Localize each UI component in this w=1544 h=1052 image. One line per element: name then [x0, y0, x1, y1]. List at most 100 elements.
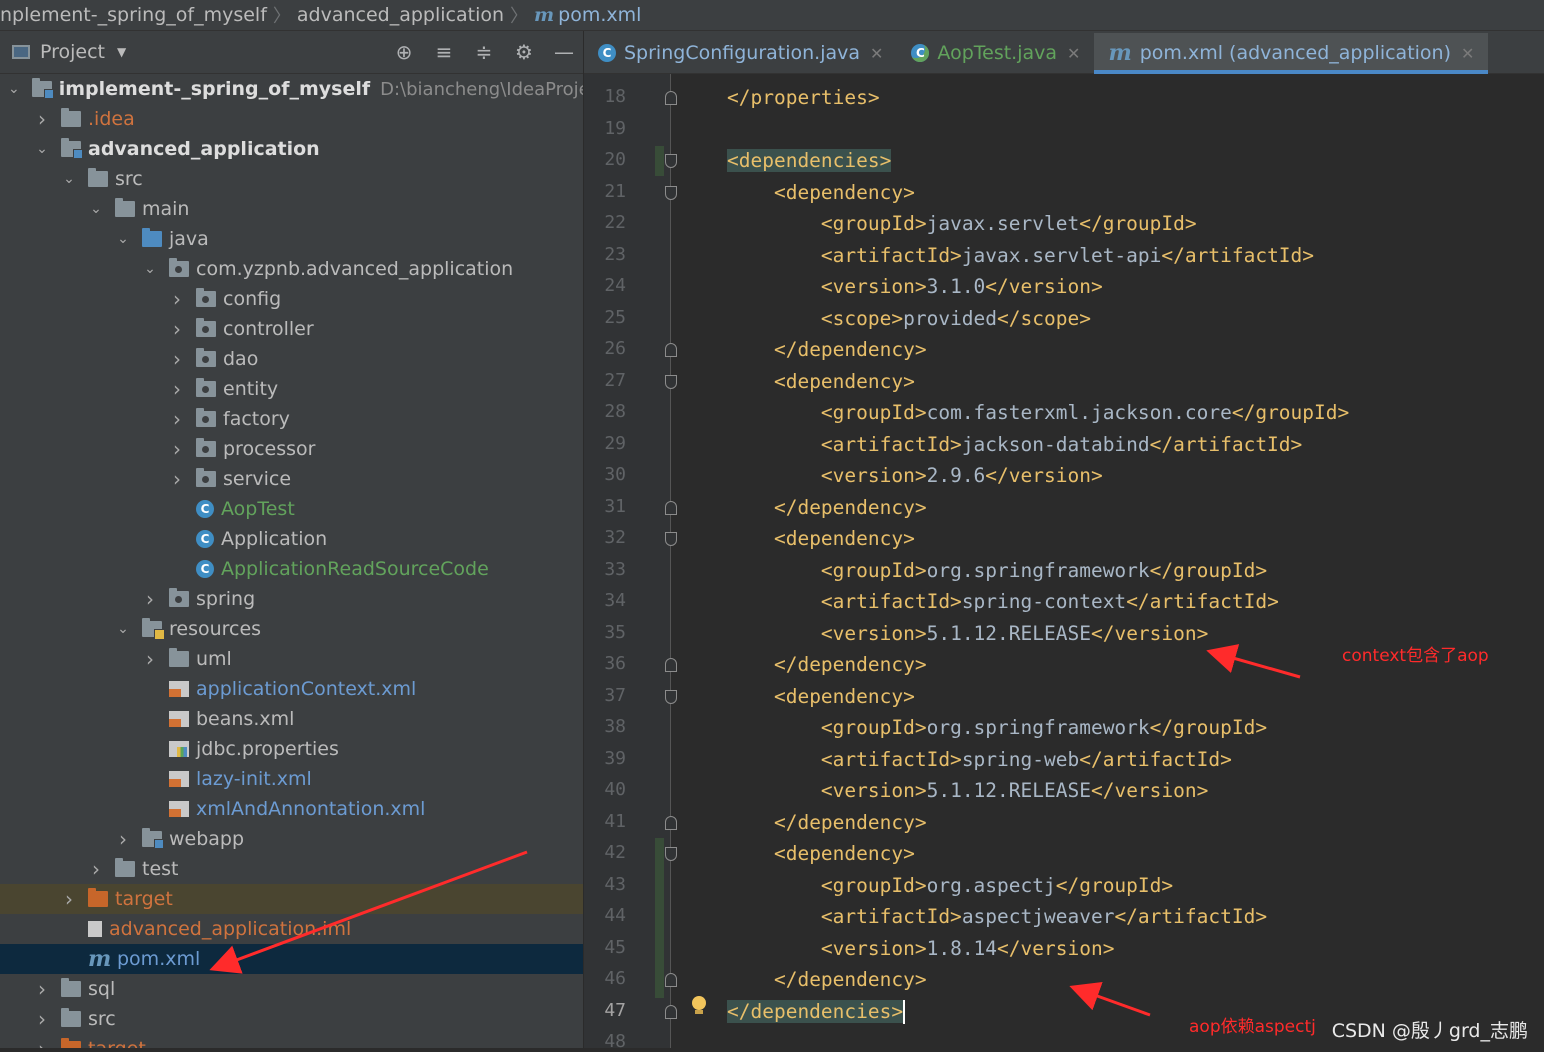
tree-item[interactable]: ›CApplicationReadSourceCode: [0, 554, 583, 584]
chevron-down-icon[interactable]: ▼: [117, 45, 126, 59]
chevron-right-icon[interactable]: ›: [35, 1007, 49, 1031]
tree-item[interactable]: ›CApplication: [0, 524, 583, 554]
code-line[interactable]: <groupId>com.fasterxml.jackson.core</gro…: [727, 397, 1349, 429]
lightbulb-icon[interactable]: [692, 996, 706, 1014]
vcs-change-marker[interactable]: [655, 146, 664, 176]
tree-item[interactable]: › .idea: [0, 104, 583, 134]
fold-icon[interactable]: [665, 154, 677, 168]
tree-item[interactable]: ›advanced_application.iml: [0, 914, 583, 944]
gear-icon[interactable]: ⚙: [513, 40, 535, 64]
tree-item[interactable]: › spring: [0, 584, 583, 614]
tree-item[interactable]: › src: [0, 1004, 583, 1034]
tree-item[interactable]: › webapp: [0, 824, 583, 854]
chevron-right-icon[interactable]: ›: [170, 287, 184, 311]
breadcrumb-root[interactable]: nplement-_spring_of_myself: [0, 4, 267, 26]
code-line[interactable]: </dependency>: [727, 492, 927, 524]
fold-icon[interactable]: [665, 847, 677, 861]
fold-icon[interactable]: [665, 815, 677, 830]
tree-item[interactable]: › target: [0, 1034, 583, 1048]
code-line[interactable]: <dependency>: [727, 366, 915, 398]
tree-item[interactable]: ⌄ main: [0, 194, 583, 224]
code-line[interactable]: <groupId>org.springframework</groupId>: [727, 712, 1267, 744]
vcs-change-marker[interactable]: [655, 838, 664, 998]
fold-icon[interactable]: [665, 973, 677, 987]
tree-item[interactable]: › sql: [0, 974, 583, 1004]
chevron-down-icon[interactable]: ⌄: [116, 231, 130, 247]
chevron-right-icon[interactable]: ›: [62, 887, 76, 911]
tree-item[interactable]: ›xmlAndAnnontation.xml: [0, 794, 583, 824]
code-line[interactable]: <dependency>: [727, 523, 915, 555]
tab-aoptest[interactable]: C AopTest.java ✕: [897, 33, 1094, 73]
tree-item[interactable]: › entity: [0, 374, 583, 404]
tree-item[interactable]: ›beans.xml: [0, 704, 583, 734]
tree-item[interactable]: › target: [0, 884, 583, 914]
code-line[interactable]: <dependency>: [727, 681, 915, 713]
code-line[interactable]: </dependencies>: [727, 996, 906, 1028]
fold-icon[interactable]: [665, 500, 677, 515]
code-line[interactable]: </dependency>: [727, 964, 927, 996]
fold-icon[interactable]: [665, 91, 677, 105]
tree-item[interactable]: ⌄ java: [0, 224, 583, 254]
chevron-down-icon[interactable]: ⌄: [89, 201, 103, 217]
code-line[interactable]: <dependency>: [727, 838, 915, 870]
fold-icon[interactable]: [665, 532, 677, 546]
collapse-all-icon[interactable]: ≑: [473, 40, 495, 64]
project-view-selector[interactable]: Project: [40, 41, 105, 63]
code-line[interactable]: <version>5.1.12.RELEASE</version>: [727, 618, 1208, 650]
tree-item[interactable]: › dao: [0, 344, 583, 374]
chevron-right-icon[interactable]: ›: [116, 827, 130, 851]
code-line[interactable]: </dependency>: [727, 334, 927, 366]
code-line[interactable]: <groupId>javax.servlet</groupId>: [727, 208, 1197, 240]
chevron-down-icon[interactable]: ⌄: [62, 171, 76, 187]
tree-item[interactable]: ⌄ implement-_spring_of_myself D:\biancheng…: [0, 74, 583, 104]
tree-item[interactable]: › service: [0, 464, 583, 494]
tree-item[interactable]: › factory: [0, 404, 583, 434]
fold-icon[interactable]: [665, 658, 677, 672]
tree-item[interactable]: ⌄ com.yzpnb.advanced_application: [0, 254, 583, 284]
tab-pom-xml[interactable]: m pom.xml (advanced_application) ✕: [1094, 33, 1489, 74]
tree-item[interactable]: ›jdbc.properties: [0, 734, 583, 764]
code-line[interactable]: <artifactId>jackson-databind</artifactId…: [727, 429, 1302, 461]
tree-item[interactable]: ›mpom.xml: [0, 944, 583, 974]
code-line[interactable]: <artifactId>spring-context</artifactId>: [727, 586, 1279, 618]
code-line[interactable]: <version>3.1.0</version>: [727, 271, 1103, 303]
breadcrumb-file[interactable]: pom.xml: [558, 4, 641, 26]
tab-springconfiguration[interactable]: C SpringConfiguration.java ✕: [584, 33, 897, 73]
code-line[interactable]: <dependencies>: [727, 145, 892, 177]
chevron-right-icon[interactable]: ›: [170, 317, 184, 341]
chevron-right-icon[interactable]: ›: [170, 437, 184, 461]
chevron-right-icon[interactable]: ›: [170, 467, 184, 491]
chevron-right-icon[interactable]: ›: [35, 977, 49, 1001]
fold-icon[interactable]: [665, 374, 677, 389]
code-line[interactable]: <groupId>org.springframework</groupId>: [727, 555, 1267, 587]
code-line[interactable]: <scope>provided</scope>: [727, 303, 1091, 335]
tree-item[interactable]: › config: [0, 284, 583, 314]
code-line[interactable]: <version>2.9.6</version>: [727, 460, 1103, 492]
close-icon[interactable]: ✕: [1067, 44, 1080, 63]
fold-icon[interactable]: [665, 1004, 677, 1019]
chevron-down-icon[interactable]: ⌄: [143, 261, 157, 277]
tree-item[interactable]: ›lazy-init.xml: [0, 764, 583, 794]
chevron-right-icon[interactable]: ›: [170, 377, 184, 401]
chevron-right-icon[interactable]: ›: [143, 587, 157, 611]
tree-item[interactable]: › test: [0, 854, 583, 884]
code-line[interactable]: <artifactId>spring-web</artifactId>: [727, 744, 1232, 776]
tree-item[interactable]: ⌄ advanced_application: [0, 134, 583, 164]
fold-icon[interactable]: [665, 343, 677, 357]
code-line[interactable]: <groupId>org.aspectj</groupId>: [727, 870, 1173, 902]
chevron-down-icon[interactable]: ⌄: [8, 81, 20, 97]
locate-icon[interactable]: ⊕: [393, 40, 415, 64]
tree-item[interactable]: ›CAopTest: [0, 494, 583, 524]
code-line[interactable]: </dependency>: [727, 649, 927, 681]
chevron-down-icon[interactable]: ⌄: [116, 621, 130, 637]
chevron-right-icon[interactable]: ›: [35, 1037, 49, 1048]
chevron-down-icon[interactable]: ⌄: [35, 141, 49, 157]
tree-item[interactable]: › processor: [0, 434, 583, 464]
code-line[interactable]: </properties>: [727, 82, 880, 114]
code-line[interactable]: </dependency>: [727, 807, 927, 839]
close-icon[interactable]: ✕: [870, 44, 883, 63]
minimize-icon[interactable]: —: [553, 40, 575, 64]
tree-item[interactable]: ⌄ resources: [0, 614, 583, 644]
tree-item[interactable]: › uml: [0, 644, 583, 674]
fold-icon[interactable]: [665, 689, 677, 704]
